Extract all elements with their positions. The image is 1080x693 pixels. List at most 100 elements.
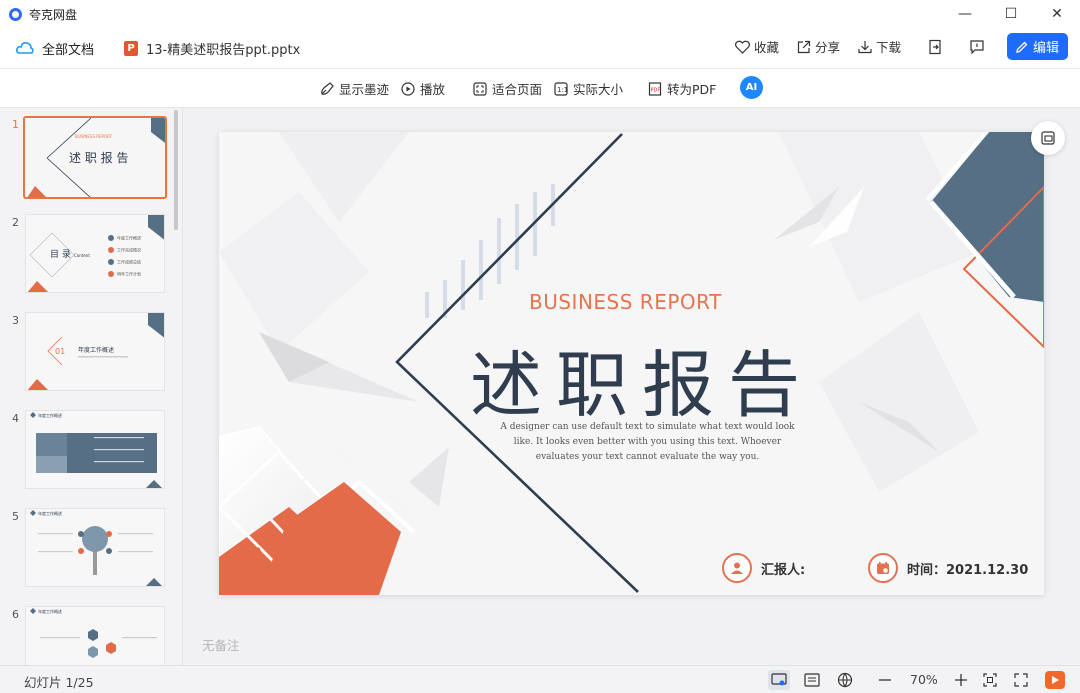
favorite-label: 收藏 [753, 40, 779, 55]
app-title: 夸克网盘 [29, 7, 78, 22]
share-label: 分享 [814, 40, 840, 55]
share-button[interactable]: 分享 [797, 37, 840, 56]
zoom-out-icon[interactable] [876, 671, 894, 689]
edit-label: 编辑 [1032, 41, 1059, 56]
slide-thumbnail-6[interactable]: 年度工作概述 [25, 606, 165, 665]
normal-view-icon[interactable] [768, 670, 790, 690]
thumbnail-1-subtitle: BUSINESS REPORT [75, 134, 113, 139]
thumbnail-5-art: 年度工作概述 [26, 509, 164, 586]
ink-pen-icon [321, 81, 334, 95]
export-icon[interactable] [927, 39, 943, 55]
slide-thumbnails-panel[interactable]: 1 BUSINESS REPORT 述 职 报 告 2 目 录 Content [0, 108, 183, 665]
slide-thumbnail-4[interactable]: 年度工作概述 [25, 410, 165, 489]
play-button[interactable]: 播放 [401, 79, 445, 98]
thumbnail-1-title: 述 职 报 告 [69, 150, 128, 165]
slide-title: 述职报告 [470, 343, 815, 427]
thumbnail-2-item: 工作成绩总结 [117, 259, 141, 265]
thumbnail-6-art: 年度工作概述 [26, 607, 164, 665]
quark-logo-icon [9, 7, 22, 21]
zoom-in-icon[interactable] [952, 671, 970, 689]
cloud-icon [16, 42, 34, 54]
maximize-button[interactable]: ☐ [988, 0, 1034, 28]
ai-assistant-button[interactable]: AI [740, 76, 763, 99]
thumbnail-number: 4 [12, 412, 19, 425]
thumbnail-4-art: 年度工作概述 [26, 411, 164, 488]
download-label: 下载 [875, 40, 901, 55]
status-bar: 幻灯片 1/25 70% [0, 665, 1080, 693]
thumbnail-3-index: 01 [55, 347, 65, 356]
window-controls: — ☐ ✕ [942, 0, 1080, 28]
document-bar: 全部文档 P 13-精美述职报告ppt.pptx 收藏 分享 下载 编辑 [0, 28, 1080, 68]
slide-thumbnail-3[interactable]: 01 年度工作概述 [25, 312, 165, 391]
reporter-label: 汇报人: [761, 562, 806, 578]
minimize-button[interactable]: — [942, 0, 988, 28]
thumbnail-number: 3 [12, 314, 19, 327]
play-circle-icon [401, 81, 415, 96]
viewer-toolbar: 显示墨迹 播放 适合页面 1:1 实际大小 PDF 转为PDF AI [0, 68, 1080, 108]
actual-size-icon: 1:1 [554, 81, 568, 96]
thumbnail-2-item: 年度工作概述 [117, 235, 141, 241]
thumbnail-3-art: 01 年度工作概述 [26, 313, 164, 390]
actual-size-label: 实际大小 [573, 82, 624, 97]
reporter-field: 汇报人: [722, 553, 805, 583]
favorite-button[interactable]: 收藏 [734, 37, 779, 56]
edit-button[interactable]: 编辑 [1007, 33, 1068, 60]
ppt-file-icon: P [124, 40, 139, 56]
thumbnail-5-title: 年度工作概述 [38, 510, 62, 516]
thumbnail-6-title: 年度工作概述 [38, 608, 62, 614]
svg-text:PDF: PDF [651, 87, 661, 93]
heart-icon [734, 40, 750, 54]
convert-pdf-button[interactable]: PDF 转为PDF [648, 79, 716, 98]
slide-thumbnail-5[interactable]: 年度工作概述 [25, 508, 165, 587]
show-ink-label: 显示墨迹 [339, 82, 390, 97]
thumbnail-1-art: BUSINESS REPORT 述 职 报 告 [25, 118, 165, 197]
notes-view-icon[interactable] [803, 671, 821, 689]
slide-tools-button[interactable] [1031, 121, 1065, 155]
fit-page-button[interactable]: 适合页面 [473, 79, 542, 98]
pencil-icon [1016, 41, 1028, 53]
zoom-level[interactable]: 70% [910, 672, 938, 687]
fit-page-label: 适合页面 [492, 82, 543, 97]
play-label: 播放 [420, 82, 446, 97]
thumbnail-number: 6 [12, 608, 19, 621]
slide-thumbnail-2[interactable]: 目 录 Content 年度工作概述 工作完成情况 工作成绩总结 明年工作计划 [25, 214, 165, 293]
fit-page-icon [473, 81, 487, 96]
thumbnail-2-art: 目 录 Content 年度工作概述 工作完成情况 工作成绩总结 明年工作计划 [26, 215, 164, 292]
thumbnail-2-item: 工作完成情况 [117, 247, 141, 253]
slide-counter: 幻灯片 1/25 [24, 675, 94, 690]
date-field: 时间：2021.12.30 [868, 553, 1028, 583]
thumbnail-3-title: 年度工作概述 [78, 346, 114, 354]
download-button[interactable]: 下载 [858, 37, 901, 56]
play-icon [1052, 676, 1059, 684]
fit-window-icon[interactable] [981, 671, 999, 689]
thumbnail-2-item: 明年工作计划 [117, 271, 141, 277]
slide-thumbnail-1[interactable]: BUSINESS REPORT 述 职 报 告 [23, 116, 167, 199]
fullscreen-icon[interactable] [1012, 671, 1030, 689]
calendar-icon [868, 553, 898, 583]
comment-icon[interactable] [969, 39, 985, 55]
thumbnail-2-title: 目 录 [50, 249, 71, 260]
file-name: 13-精美述职报告ppt.pptx [146, 42, 301, 58]
date-label: 时间：2021.12.30 [907, 562, 1029, 578]
document-actions: 收藏 分享 下载 编辑 [717, 33, 1068, 60]
slide-subtitle: BUSINESS REPORT [529, 290, 722, 314]
show-ink-button[interactable]: 显示墨迹 [320, 79, 389, 98]
thumbnail-number: 2 [12, 216, 19, 229]
globe-icon[interactable] [836, 671, 854, 689]
slides-icon [1041, 131, 1055, 145]
thumbnail-number: 5 [12, 510, 19, 523]
share-icon [797, 40, 811, 53]
thumbnail-4-title: 年度工作概述 [38, 412, 62, 418]
thumbnails-scrollbar[interactable] [174, 110, 178, 230]
title-bar: 夸克网盘 — ☐ ✕ [0, 0, 1080, 28]
close-button[interactable]: ✕ [1034, 0, 1080, 28]
slide-body-text: A designer can use default text to simul… [500, 422, 795, 462]
person-icon [722, 553, 752, 583]
all-documents-link[interactable]: 全部文档 [42, 39, 94, 58]
download-icon [858, 40, 872, 53]
svg-text:1:1: 1:1 [557, 86, 568, 94]
actual-size-button[interactable]: 1:1 实际大小 [554, 79, 623, 98]
slideshow-play-button[interactable] [1045, 671, 1065, 689]
thumbnail-2-subtitle: Content [74, 253, 90, 258]
speaker-notes[interactable]: 无备注 [202, 635, 240, 654]
